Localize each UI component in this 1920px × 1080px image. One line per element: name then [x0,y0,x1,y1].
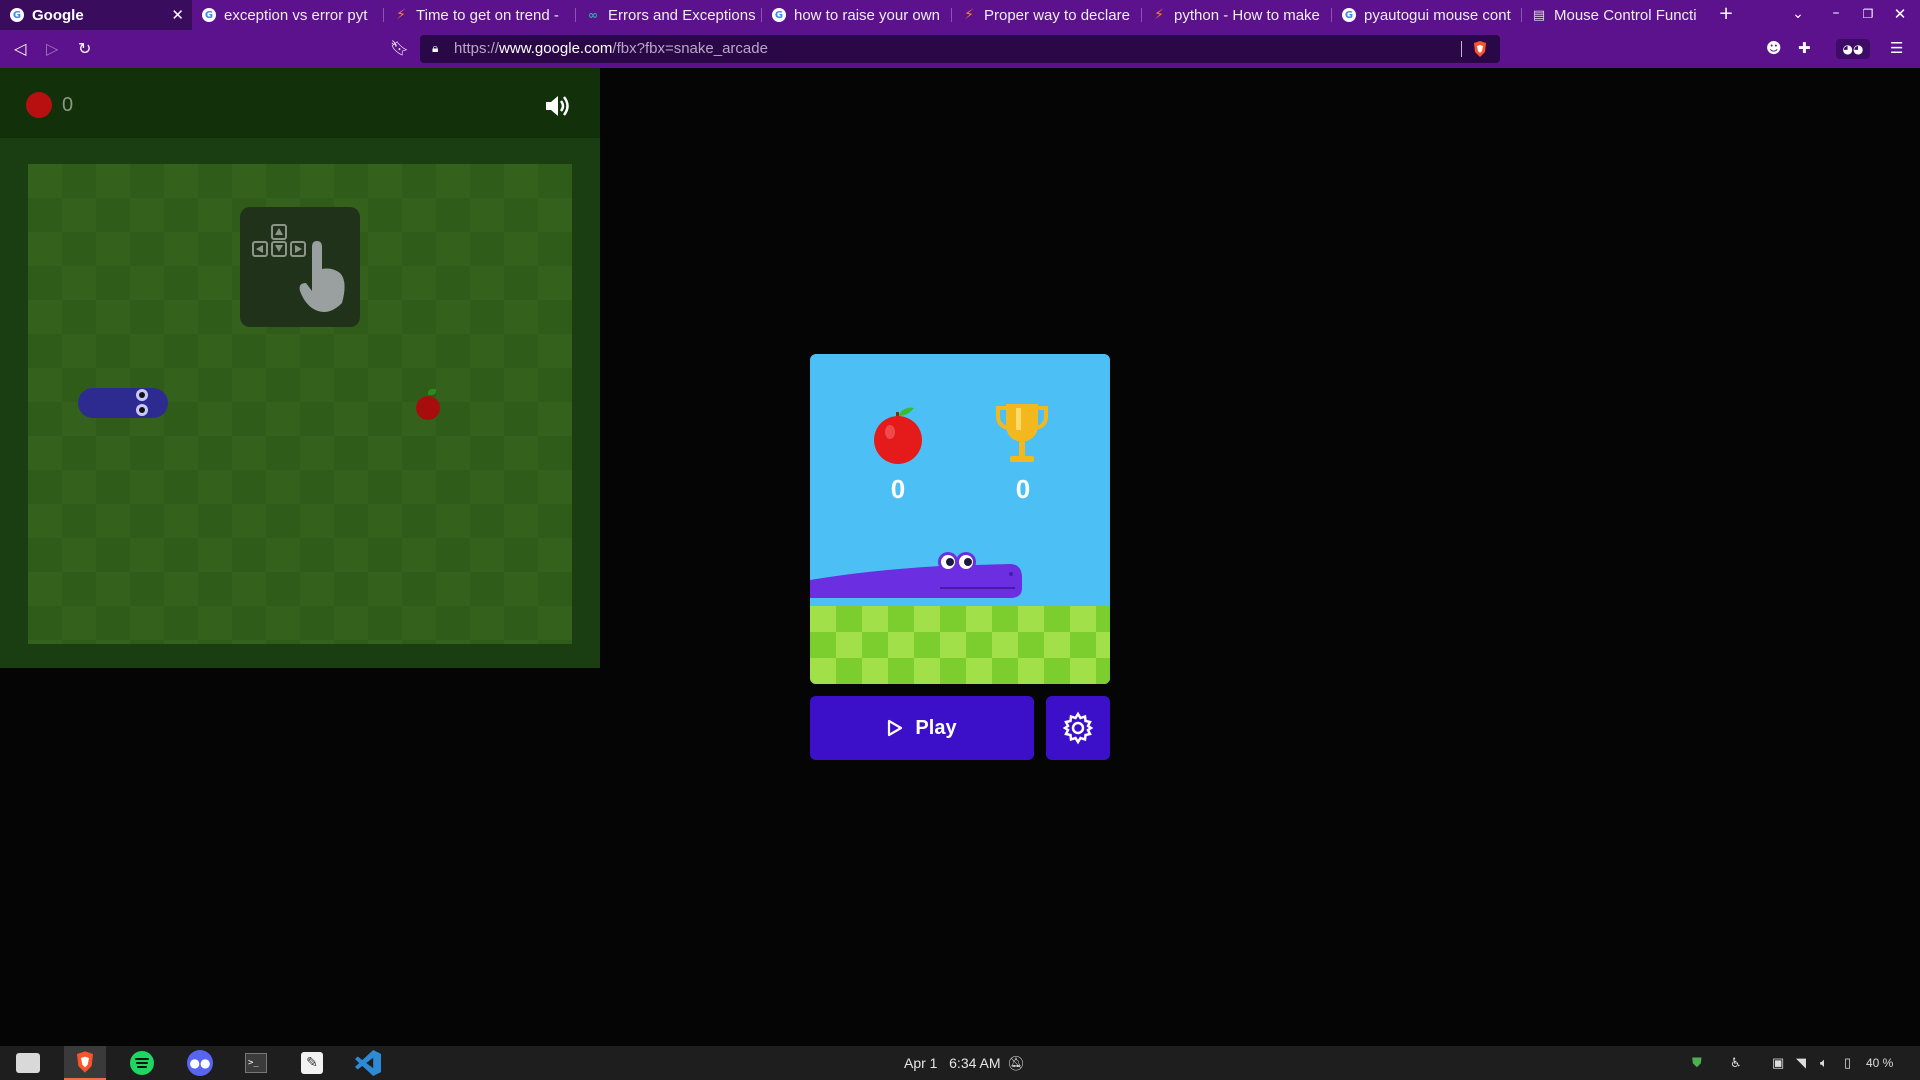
extensions-puzzle-icon[interactable]: ✚ [1798,39,1811,57]
grass-ground [810,606,1110,684]
tab-list-chevron-icon[interactable]: ⌄ [1786,6,1810,22]
text-editor-icon[interactable]: ✎ [298,1050,326,1076]
stackoverflow-icon: ⚡ [964,7,974,23]
restore-icon[interactable]: ❐ [1856,7,1880,21]
notifications-muted-icon[interactable]: 🔕︎ [1007,1055,1025,1072]
google-icon: G [772,8,786,22]
tab-proper-way-to-declare[interactable]: ⚡ Proper way to declare [952,0,1142,30]
snake-game-panel: 0 [0,68,600,668]
close-window-icon[interactable]: ✕ [1888,5,1912,23]
gear-icon [1062,711,1094,745]
security-shield-icon[interactable]: ⛊ [1692,1055,1702,1071]
python-docs-icon: ∞ [588,8,598,22]
google-icon: G [1342,8,1356,22]
controls-hint [240,207,360,327]
tab-how-to-raise[interactable]: G how to raise your own [762,0,952,30]
tab-title: Errors and Exceptions [608,6,756,24]
wifi-icon[interactable]: ◥ [1796,1055,1806,1071]
reload-icon[interactable]: ↻ [78,39,91,58]
tab-exception-vs-error[interactable]: G exception vs error pyt [192,0,384,30]
extension-avatar-icon[interactable]: ☻ [1766,39,1782,57]
files-icon[interactable] [14,1050,42,1076]
tab-pyautogui-mouse[interactable]: G pyautogui mouse cont [1332,0,1522,30]
snake-eye [136,389,148,401]
trophy-icon [996,404,1048,462]
arrow-keys-hand-icon [252,224,345,312]
wallet-glasses-icon[interactable]: ◕◕ [1836,39,1870,59]
tab-google[interactable]: G Google ✕ [0,0,192,30]
tab-mouse-control-functions[interactable]: ▤ Mouse Control Functi [1522,0,1712,30]
time-text: 6:34 AM [949,1055,1001,1071]
tab-title: Time to get on trend - [416,6,559,24]
stackoverflow-icon: ⚡ [396,7,406,23]
tab-bar: G Google ✕ G exception vs error pyt ⚡ Ti… [0,0,1920,30]
play-label: Play [915,716,957,739]
battery-icon[interactable]: ▯ [1844,1055,1851,1071]
url-text[interactable]: https://www.google.com/fbx?fbx=snake_arc… [454,40,768,57]
discord-icon[interactable]: ●● [186,1050,214,1076]
tab-title: how to raise your own [794,6,940,24]
apple-food [416,396,440,420]
tab-title: Mouse Control Functi [1554,6,1697,24]
url-scheme: https:// [454,40,500,57]
doc-icon: ▤ [1532,7,1546,23]
screen-icon[interactable]: ▣ [1772,1055,1784,1071]
brave-browser-icon[interactable] [64,1046,106,1080]
snake-eye [136,404,148,416]
start-card: 0 0 [810,354,1110,684]
google-icon: G [202,8,216,22]
tab-title: pyautogui mouse cont [1364,6,1511,24]
stackoverflow-icon: ⚡ [1154,7,1164,23]
apple-leaf [428,389,436,395]
apple-score: 0 [890,474,906,504]
bookmark-icon[interactable]: 🔖︎ [390,39,409,57]
lock-icon: 🔒︎ [432,41,439,55]
play-icon [888,719,903,737]
tab-title: python - How to make [1174,6,1320,24]
forward-icon[interactable]: ▷ [46,39,58,58]
vscode-icon[interactable] [354,1050,382,1076]
close-icon[interactable]: ✕ [171,6,184,24]
sound-icon[interactable] [543,92,571,120]
game-board[interactable] [28,164,572,644]
accessibility-icon[interactable]: ♿︎ [1730,1055,1742,1071]
brave-shields-icon[interactable] [1472,40,1488,58]
tab-title: Proper way to declare [984,6,1130,24]
new-tab-icon[interactable]: + [1714,3,1738,24]
url-host: www.google.com [499,40,613,57]
battery-percentage: 40 % [1866,1056,1894,1070]
play-button[interactable]: Play [810,696,1034,760]
snake [78,388,168,418]
taskbar: ●● >_ ✎ Apr 1 6:34 AM 🔕︎ ⛊ ♿︎ ▣ ◥ 🔈︎ ▯ 4… [0,1046,1920,1080]
current-score: 0 [62,94,74,116]
snake-illustration [810,552,1022,598]
apple-icon [874,407,922,464]
navigation-bar: ◁ ▷ ↻ 🔖︎ 🔒︎ https://www.google.com/fbx?f… [0,30,1920,68]
tab-python-how-to-make[interactable]: ⚡ python - How to make [1142,0,1332,30]
apple-icon [26,92,52,118]
volume-icon[interactable]: 🔈︎ [1820,1055,1828,1071]
spotify-icon[interactable] [128,1050,156,1076]
trophy-score: 0 [1015,474,1031,504]
address-bar[interactable]: 🔒︎ https://www.google.com/fbx?fbx=snake_… [420,35,1500,63]
tab-time-to-get-on-trend[interactable]: ⚡ Time to get on trend - [384,0,576,30]
clock[interactable]: Apr 1 6:34 AM [904,1055,1001,1071]
settings-button[interactable] [1046,696,1110,760]
tab-errors-and-exceptions[interactable]: ∞ Errors and Exceptions [576,0,762,30]
google-icon: G [10,8,24,22]
tab-title: exception vs error pyt [224,6,368,24]
terminal-icon[interactable]: >_ [242,1050,270,1076]
tab-title: Google [32,6,84,24]
url-path: /fbx?fbx=snake_arcade [612,40,768,57]
back-icon[interactable]: ◁ [14,39,26,58]
date-text: Apr 1 [904,1055,938,1071]
minimize-icon[interactable]: – [1824,5,1848,21]
menu-icon[interactable]: ☰ [1890,39,1903,57]
game-header: 0 [0,68,600,138]
